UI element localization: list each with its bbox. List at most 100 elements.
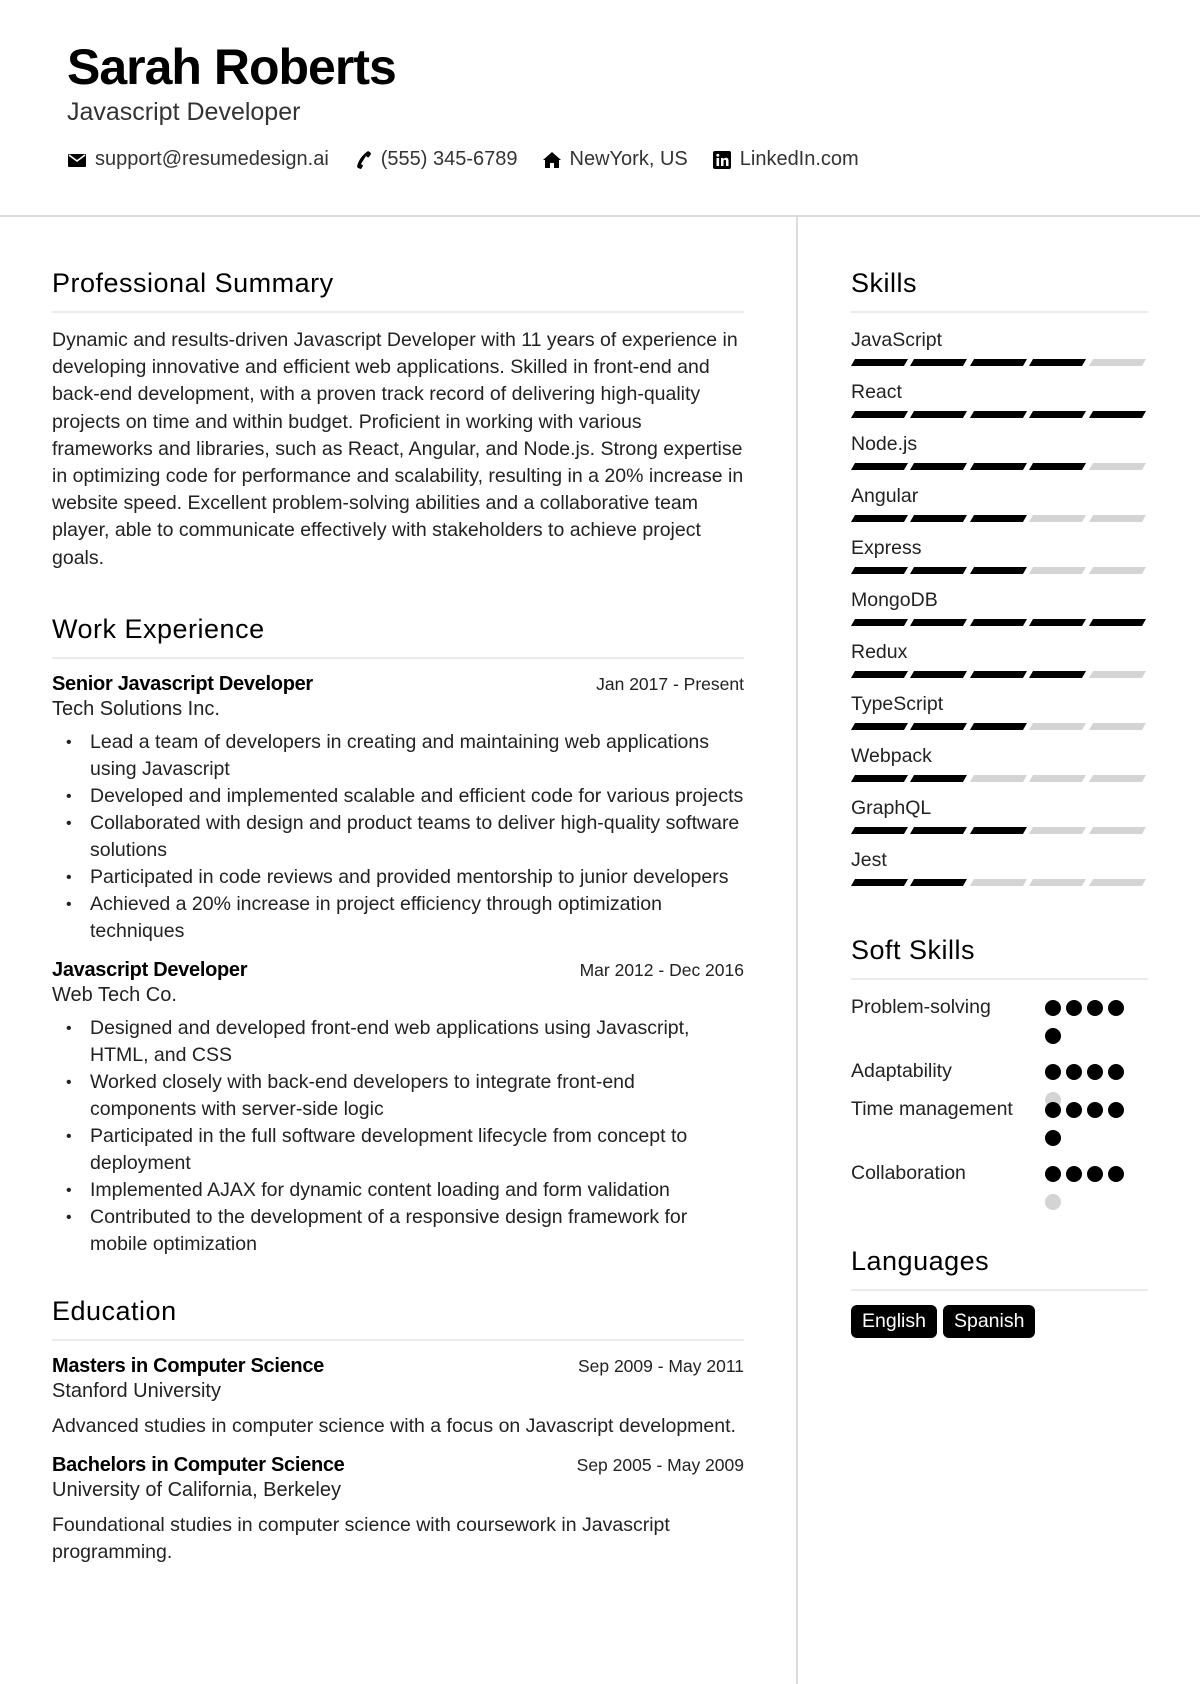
skill-name: Redux [851, 641, 908, 663]
skill-item: Angular [850, 483, 1148, 531]
skill-name: Webpack [851, 745, 932, 767]
soft-skills-section: Soft Skills Problem-solving Adaptability T… [851, 935, 1148, 1222]
skill-level-bar [850, 359, 1148, 375]
linkedin-icon [712, 150, 731, 169]
skill-segment-empty [969, 879, 1028, 886]
rating-dot-filled [1045, 1102, 1061, 1118]
soft-skill-item: Time management [851, 1096, 1148, 1154]
rating-dot-filled [1066, 1102, 1082, 1118]
education-school: University of California, Berkeley [52, 1478, 341, 1501]
skill-segment-empty [1029, 775, 1087, 782]
job-header: Javascript Developer Mar 2012 - Dec 2016 [52, 959, 744, 982]
soft-skill-name: Problem-solving [851, 996, 991, 1018]
skill-name: MongoDB [851, 589, 938, 611]
skill-segment-empty [1088, 567, 1147, 574]
skill-segment-filled [850, 619, 909, 626]
contact-linkedin[interactable]: LinkedIn.com [712, 148, 859, 171]
soft-skill-rating [1045, 994, 1133, 1056]
skill-level-bar [850, 775, 1148, 791]
skill-name: React [851, 381, 902, 403]
education-header: Masters in Computer Science Sep 2009 - Ma… [52, 1355, 744, 1378]
skill-segment-filled [910, 463, 968, 470]
skills-list: JavaScript React Node.js Angular Express Mong… [850, 327, 1148, 895]
skill-segment-empty [1029, 567, 1087, 574]
skill-segment-filled [910, 671, 968, 678]
education-description: Foundational studies in computer science… [52, 1513, 670, 1563]
candidate-title: Javascript Developer [67, 98, 301, 126]
skill-segment-empty [969, 775, 1028, 782]
education-heading: Education [52, 1296, 744, 1341]
skill-segment-filled [850, 359, 909, 366]
skill-segment-empty [1088, 775, 1147, 782]
skills-section: Skills JavaScript React Node.js Angular Expr… [850, 268, 1148, 895]
soft-skills-list: Problem-solving Adaptability Time manageme… [851, 994, 1148, 1222]
skill-segment-filled [850, 671, 909, 678]
education-school: Stanford University [52, 1379, 221, 1402]
skill-segment-filled [969, 463, 1028, 470]
job-company: Tech Solutions Inc. [52, 697, 220, 720]
job-bullets: Lead a team of developers in creating an… [52, 729, 744, 945]
rating-dot-filled [1108, 1166, 1124, 1182]
skill-item: TypeScript [850, 691, 1148, 739]
skill-item: Webpack [850, 743, 1148, 791]
skill-segment-empty [1029, 879, 1087, 886]
contact-location: NewYork, US [542, 148, 688, 171]
job-header: Senior Javascript Developer Jan 2017 - Pr… [52, 673, 744, 696]
skill-segment-filled [910, 567, 968, 574]
skill-level-bar [850, 671, 1148, 687]
skill-item: Node.js [850, 431, 1148, 479]
skill-segment-filled [969, 671, 1028, 678]
skill-name: Node.js [851, 433, 918, 455]
job-company: Web Tech Co. [52, 983, 177, 1006]
skill-segment-filled [910, 723, 968, 730]
job-bullet: Contributed to the development of a resp… [52, 1204, 744, 1258]
skill-segment-empty [1088, 671, 1147, 678]
skill-segment-empty [1088, 723, 1147, 730]
contact-location-text: NewYork, US [569, 148, 688, 170]
skill-segment-empty [1029, 723, 1087, 730]
rating-dot-filled [1045, 1000, 1061, 1016]
skill-name: GraphQL [851, 797, 932, 819]
job-bullet: Achieved a 20% increase in project effic… [52, 891, 744, 945]
summary-text: Dynamic and results-driven Javascript De… [52, 329, 744, 569]
contact-phone[interactable]: (555) 345-6789 [353, 148, 518, 171]
skill-segment-filled [910, 879, 968, 886]
summary-heading: Professional Summary [52, 268, 744, 313]
skill-name: Angular [851, 485, 919, 507]
contact-email[interactable]: support@resumedesign.ai [67, 148, 329, 171]
rating-dot-filled [1066, 1166, 1082, 1182]
job-bullet: Participated in the full software develo… [52, 1123, 744, 1177]
skill-level-bar [850, 567, 1148, 583]
job-entry: Javascript Developer Mar 2012 - Dec 2016 W… [52, 959, 744, 1258]
education-dates: Sep 2009 - May 2011 [577, 1355, 744, 1376]
job-list: Senior Javascript Developer Jan 2017 - Pr… [52, 673, 744, 1258]
skill-segment-empty [1088, 827, 1147, 834]
skill-segment-filled [1088, 411, 1147, 418]
job-dates: Jan 2017 - Present [596, 673, 744, 694]
sidebar-column: Skills JavaScript React Node.js Angular Expr… [850, 268, 1148, 1380]
skill-segment-empty [1029, 515, 1087, 522]
skill-segment-filled [1029, 463, 1087, 470]
rating-dot-filled [1108, 1064, 1124, 1080]
education-entry: Bachelors in Computer Science Sep 2005 - … [52, 1454, 744, 1566]
rating-dot-filled [1108, 1000, 1124, 1016]
rating-dot-filled [1045, 1166, 1061, 1182]
education-degree: Bachelors in Computer Science [52, 1453, 345, 1476]
skill-name: Jest [851, 849, 887, 871]
skill-item: JavaScript [850, 327, 1148, 375]
job-bullet: Collaborated with design and product tea… [52, 810, 744, 864]
soft-skill-item: Collaboration [851, 1160, 1148, 1210]
soft-skill-name: Collaboration [851, 1162, 966, 1184]
column-divider [796, 217, 798, 1684]
skill-segment-filled [910, 827, 968, 834]
skill-name: Express [851, 537, 922, 559]
education-section: Education Masters in Computer Science Sep… [52, 1296, 744, 1566]
resume-header: Sarah Roberts Javascript Developer suppo… [0, 0, 1200, 217]
language-badge: English [851, 1305, 937, 1338]
skill-segment-filled [969, 411, 1028, 418]
contact-email-text: support@resumedesign.ai [95, 148, 329, 170]
rating-dot-filled [1045, 1130, 1061, 1146]
skill-level-bar [850, 879, 1148, 895]
soft-skill-name: Adaptability [851, 1060, 952, 1082]
languages-list: English Spanish [851, 1305, 1148, 1338]
